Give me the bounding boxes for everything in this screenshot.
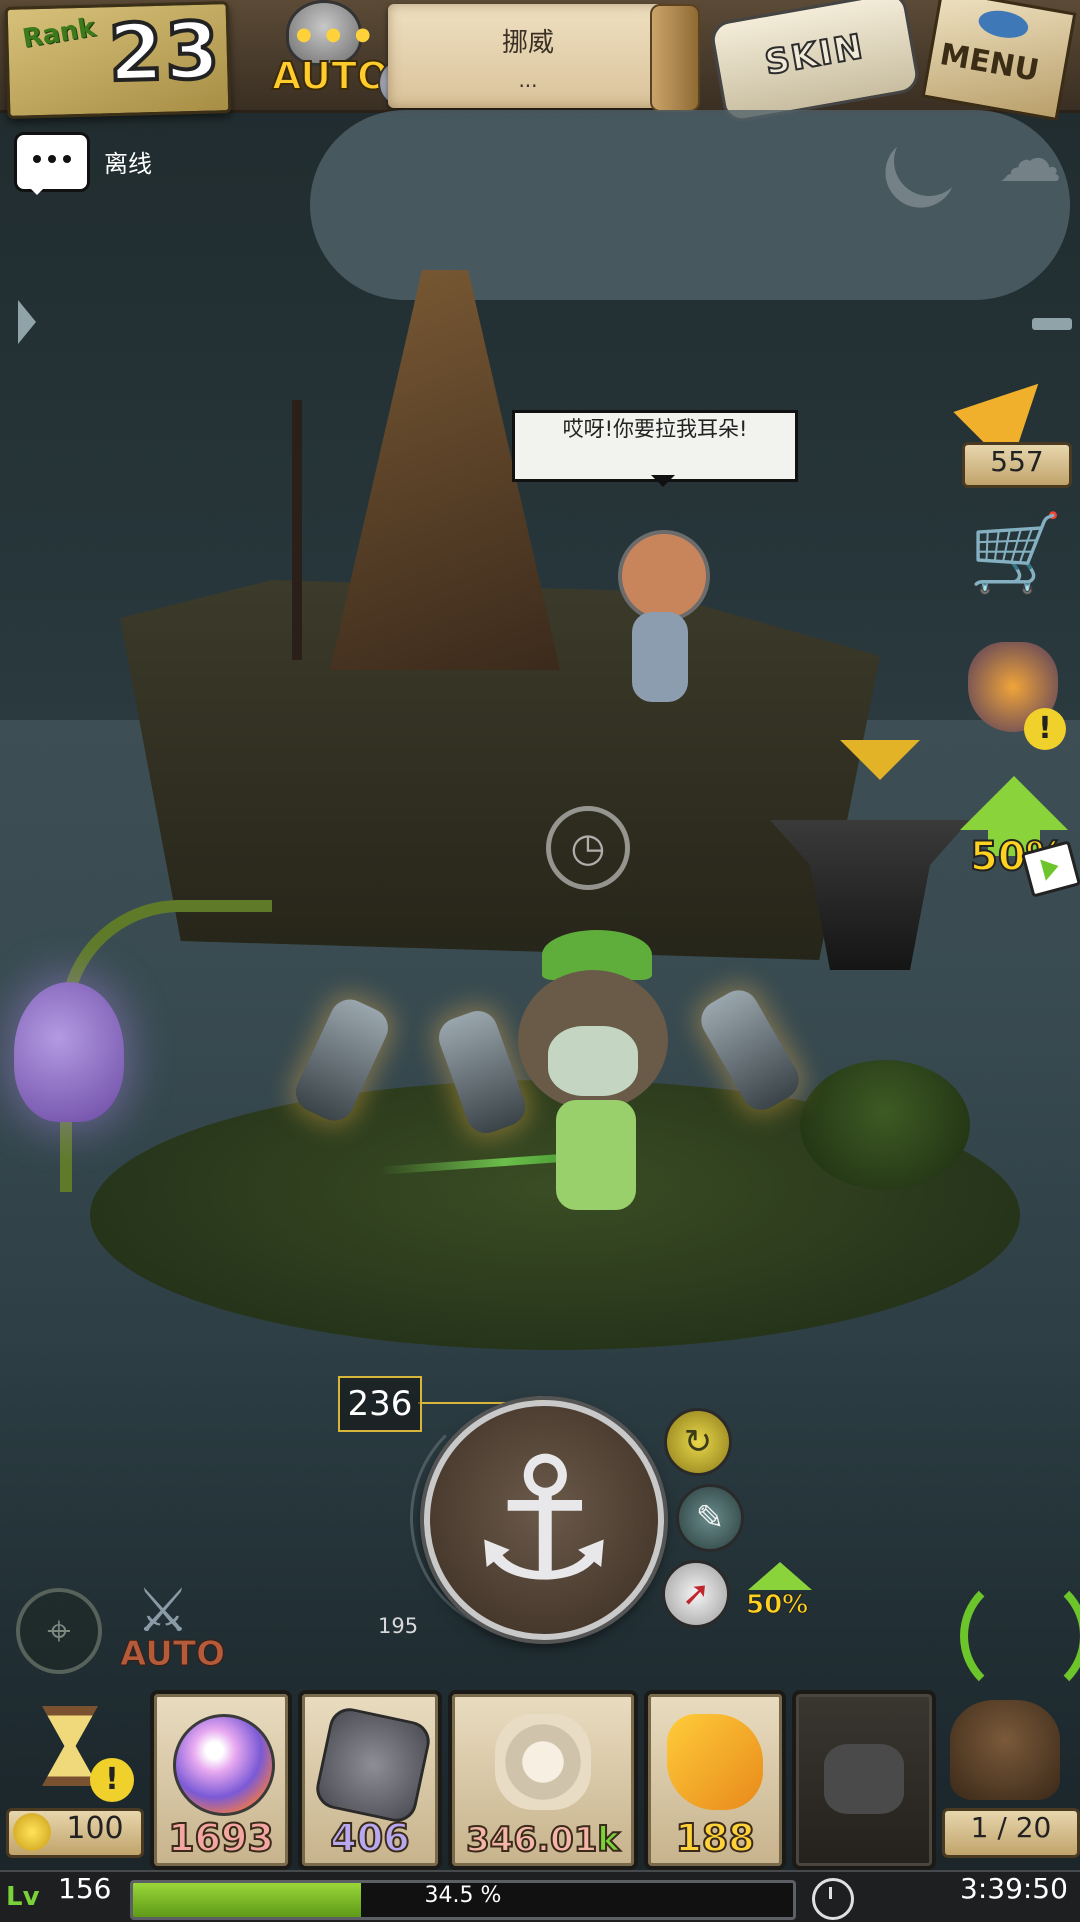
auto-reel-icon[interactable]: ↻	[664, 1408, 732, 1476]
shield-medal-icon	[312, 1704, 434, 1826]
hourglass-alert-badge: !	[90, 1758, 134, 1802]
trade-swap-icon[interactable]	[960, 1572, 1080, 1700]
chat-dot	[48, 155, 56, 163]
pearl-icon	[173, 1714, 275, 1816]
collapse-dash-icon[interactable]	[1032, 318, 1072, 330]
npc-head	[618, 530, 710, 622]
auto-fish-button[interactable]: ● ● ● AUTO	[258, 0, 390, 100]
player-face	[548, 1026, 638, 1096]
hourglass-count-value: 100	[66, 1811, 124, 1846]
purple-bell-lantern	[14, 982, 124, 1122]
bag-capacity: 1 / 20	[942, 1808, 1080, 1858]
npc-speech-bubble: 哎呀!你要拉我耳朵!	[512, 410, 798, 487]
skin-label: SKIN	[761, 26, 868, 85]
rank-label: Rank	[20, 12, 98, 55]
clock-time: 3:39:50	[960, 1872, 1068, 1905]
backpack-icon[interactable]	[950, 1700, 1060, 1800]
chat-dot	[63, 155, 71, 163]
xp-progress-bar: 34.5 %	[130, 1880, 796, 1920]
helmet-lights: ● ● ●	[296, 24, 375, 45]
shop-cart-icon[interactable]: 🛒	[966, 508, 1066, 598]
auto-battle-button[interactable]: ⚔ AUTO	[118, 1576, 228, 1676]
rank-card[interactable]: Rank 23	[4, 1, 232, 119]
viking-girl-npc[interactable]	[604, 520, 716, 710]
hourglass-icon[interactable]: !	[20, 1700, 134, 1802]
location-name: 挪威	[501, 28, 554, 58]
inventory-slot-pearl[interactable]: 1693	[150, 1690, 292, 1870]
cast-anchor-button[interactable]: ⚓	[424, 1400, 664, 1640]
coin-icon	[13, 1813, 51, 1851]
stopwatch-icon: ◷	[546, 806, 630, 890]
chat-icon[interactable]	[14, 132, 90, 195]
status-bar: Lv 156 34.5 % 3:39:50	[0, 1870, 1080, 1922]
shield-medal-count: 406	[329, 1815, 410, 1861]
inventory-slot-amber[interactable]: 188	[644, 1690, 786, 1870]
location-scroll[interactable]: 挪威 ...	[388, 4, 668, 108]
shell-count: 346.01k	[465, 1819, 621, 1861]
inventory-slot-shell[interactable]: 346.01k	[448, 1690, 638, 1870]
auto-battle-label: AUTO	[120, 1634, 226, 1675]
chat-dot	[33, 155, 41, 163]
amber-count: 188	[674, 1815, 755, 1861]
yellow-down-arrow-icon	[840, 740, 920, 780]
small-boost-arrow-icon[interactable]	[748, 1562, 812, 1590]
frog-statue	[800, 1060, 970, 1190]
boost-up-arrow-icon[interactable]	[960, 776, 1068, 830]
depth-current: 236	[338, 1376, 422, 1432]
npc-body	[632, 612, 688, 702]
speed-gauge-icon[interactable]: ➚	[662, 1560, 730, 1628]
fish-icon	[976, 7, 1031, 42]
shell-icon	[495, 1714, 591, 1810]
depth-min: 195	[378, 1614, 419, 1638]
rank-value: 23	[106, 4, 225, 101]
npc-speech-text: 哎呀!你要拉我耳朵!	[562, 417, 748, 441]
auto-fish-label: AUTO	[271, 53, 390, 99]
candy-corn-icon[interactable]	[953, 355, 1070, 469]
side-panel-expand-arrow-icon[interactable]	[18, 300, 36, 344]
scroll-roll-icon	[650, 4, 700, 112]
pearl-count: 1693	[167, 1815, 275, 1861]
menu-label: MENU	[937, 37, 1042, 89]
inventory-slot-locked[interactable]	[792, 1690, 936, 1870]
candy-count: 557	[962, 442, 1072, 488]
player-body	[556, 1100, 636, 1210]
padlock-icon	[824, 1744, 904, 1814]
xp-progress-text: 34.5 %	[424, 1883, 502, 1908]
dead-tree	[292, 400, 302, 660]
inventory-slot-shield-medal[interactable]: 406	[298, 1690, 442, 1870]
small-boost-percent: 50%	[745, 1590, 809, 1621]
location-sub: ...	[518, 68, 538, 92]
player-character[interactable]	[490, 930, 700, 1230]
player-level: 156	[58, 1872, 112, 1905]
hourglass-count: 100	[6, 1808, 144, 1858]
compass-icon[interactable]: ⌖	[16, 1588, 102, 1674]
level-icon: Lv	[6, 1882, 40, 1912]
bait-icon[interactable]: ✎	[676, 1484, 744, 1552]
offline-status: 离线	[104, 150, 152, 178]
clock-boost-icon[interactable]	[812, 1878, 854, 1920]
alert-badge-icon: !	[1024, 708, 1066, 750]
amber-icon	[667, 1714, 763, 1810]
